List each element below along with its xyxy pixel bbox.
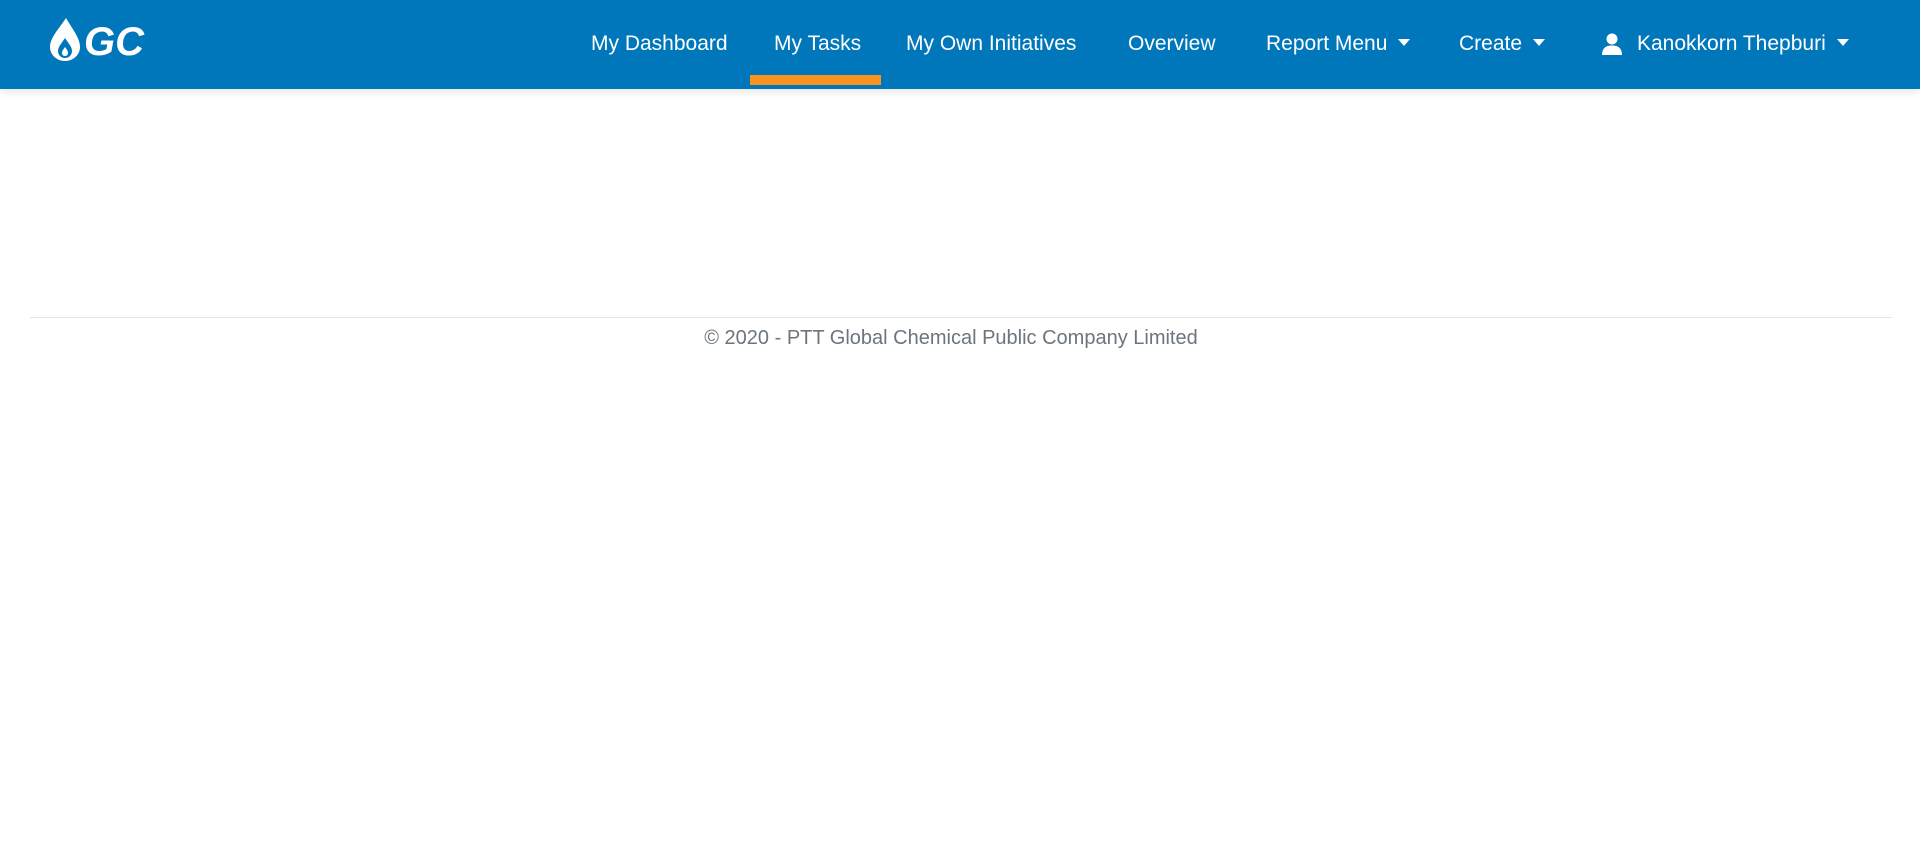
caret-down-icon	[1836, 39, 1849, 46]
top-navbar: GC My Dashboard My Tasks My Own Initiati…	[0, 0, 1920, 89]
nav-create-dropdown[interactable]: Create	[1459, 0, 1546, 89]
nav-report-menu-label: Report Menu	[1266, 31, 1388, 55]
nav-create-label: Create	[1459, 31, 1523, 55]
user-menu-dropdown[interactable]: Kanokkorn Thepburi	[1600, 0, 1849, 89]
nav-overview-label: Overview	[1128, 31, 1216, 55]
nav-my-own-initiatives-label: My Own Initiatives	[906, 31, 1077, 55]
footer-copyright-text: © 2020 - PTT Global Chemical Public Comp…	[704, 327, 1198, 349]
nav-my-tasks-label: My Tasks	[774, 31, 862, 55]
logo-text: GC	[84, 20, 145, 62]
nav-my-dashboard[interactable]: My Dashboard	[591, 0, 728, 89]
active-tab-indicator	[750, 75, 881, 85]
footer-divider	[30, 317, 1892, 318]
ptt-flame-drop-icon: GC	[50, 18, 145, 62]
caret-down-icon	[1398, 39, 1411, 46]
gc-logo[interactable]: GC	[48, 16, 180, 62]
nav-my-own-initiatives[interactable]: My Own Initiatives	[906, 0, 1076, 89]
nav-overview[interactable]: Overview	[1128, 0, 1216, 89]
footer-copyright: © 2020 - PTT Global Chemical Public Comp…	[30, 327, 1892, 350]
user-name-label: Kanokkorn Thepburi	[1637, 31, 1826, 55]
nav-report-menu-dropdown[interactable]: Report Menu	[1266, 0, 1411, 89]
caret-down-icon	[1533, 39, 1546, 46]
user-icon	[1602, 33, 1622, 55]
nav-my-dashboard-label: My Dashboard	[591, 31, 728, 55]
